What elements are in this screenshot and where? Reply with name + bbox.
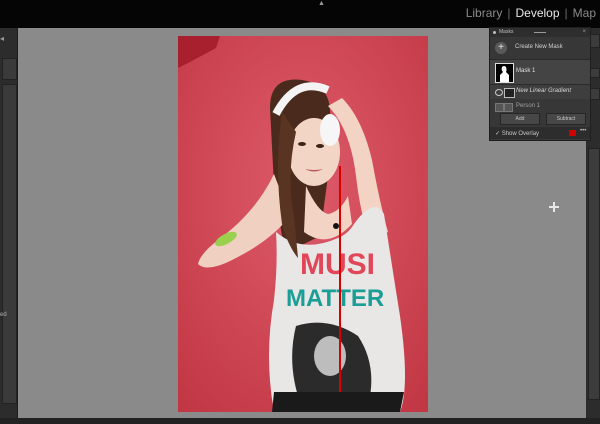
linear-gradient-label: New Linear Gradient <box>516 88 572 94</box>
eye-left <box>298 142 306 146</box>
add-button[interactable]: Add <box>500 113 540 125</box>
mask-component-person[interactable]: Person 1 <box>490 100 590 113</box>
mask-silhouette-icon <box>500 66 509 82</box>
overlay-color-swatch[interactable] <box>569 130 576 136</box>
plus-icon: + <box>495 42 507 54</box>
panel-grip-icon <box>493 31 496 34</box>
shirt-text-top: MUSI <box>300 248 375 281</box>
headphone-cup <box>320 114 340 146</box>
module-separator: | <box>507 6 511 20</box>
filmstrip-edge <box>0 418 600 424</box>
crosshair-cursor-icon <box>549 202 559 212</box>
person-toggle-icon[interactable] <box>495 103 504 112</box>
right-panel-scroll[interactable] <box>588 148 600 400</box>
masks-panel: Masks × + Create New Mask Mask 1 New Lin… <box>489 27 591 141</box>
gradient-mask-pin <box>333 223 339 229</box>
left-panel-navigator[interactable] <box>2 84 17 404</box>
mask-action-row: Add Subtract <box>490 113 590 125</box>
left-panel: ◂ ed <box>0 28 18 424</box>
module-library[interactable]: Library <box>466 6 503 20</box>
masks-panel-header[interactable]: Masks × <box>490 28 590 37</box>
close-icon[interactable]: × <box>582 29 586 35</box>
shirt-graphic-face <box>314 336 346 376</box>
photo-preview[interactable]: MUSI MATTER <box>178 36 428 412</box>
left-panel-collapse-icon[interactable]: ◂ <box>0 34 4 43</box>
masks-panel-title: Masks <box>499 29 514 35</box>
show-overlay-row: ✓ Show Overlay ••• <box>490 127 590 139</box>
mask-component-linear-gradient[interactable]: New Linear Gradient <box>490 85 590 99</box>
mask-thumbnail <box>495 63 514 83</box>
subtract-button[interactable]: Subtract <box>546 113 586 125</box>
panel-minimize-icon[interactable] <box>534 32 546 33</box>
eye-right <box>316 144 324 148</box>
mask-name-label: Mask 1 <box>516 68 536 74</box>
left-panel-clipped-label: ed <box>0 312 7 318</box>
create-new-mask-label: Create New Mask <box>515 44 563 50</box>
module-bar: ▲ Library | Develop | Map <box>0 0 600 28</box>
panel-collapse-arrow-icon[interactable]: ▲ <box>318 0 325 7</box>
pants <box>272 392 404 412</box>
left-panel-section[interactable] <box>2 58 17 80</box>
photo-illustration: MUSI MATTER <box>178 36 428 412</box>
eye-icon[interactable] <box>495 89 503 96</box>
mask-list-item[interactable]: Mask 1 <box>490 59 590 85</box>
module-develop[interactable]: Develop <box>516 6 560 20</box>
module-map[interactable]: Map <box>573 6 596 20</box>
create-new-mask-button[interactable]: + Create New Mask <box>490 39 590 57</box>
mask-silhouette <box>500 66 509 82</box>
person-label: Person 1 <box>516 103 541 109</box>
module-separator: | <box>564 6 568 20</box>
person-thumbnail <box>504 103 513 112</box>
shirt-text-bottom: MATTER <box>286 285 384 312</box>
module-picker: Library | Develop | Map <box>466 6 596 20</box>
gradient-thumbnail <box>504 88 515 98</box>
more-options-icon[interactable]: ••• <box>580 128 586 134</box>
show-overlay-checkbox[interactable]: ✓ Show Overlay <box>495 130 539 137</box>
